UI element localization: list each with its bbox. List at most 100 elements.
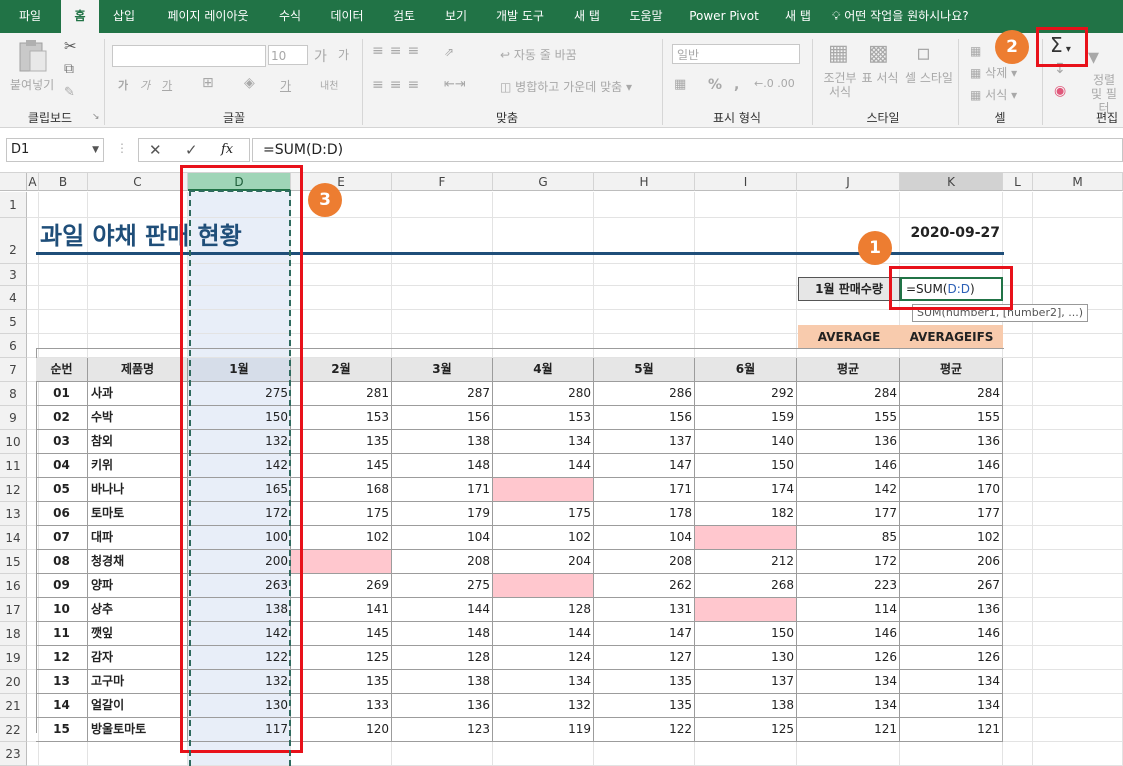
tell-me-box[interactable]: 💡︎ 어떤 작업을 원하시나요?: [832, 0, 1012, 33]
table-header-cell[interactable]: 평균: [797, 358, 900, 382]
value-cell[interactable]: 136: [797, 430, 900, 454]
value-cell[interactable]: 123: [392, 718, 493, 742]
table-header-cell[interactable]: 5월: [594, 358, 695, 382]
product-name-cell[interactable]: 토마토: [88, 502, 188, 526]
value-cell[interactable]: 179: [392, 502, 493, 526]
value-cell[interactable]: 206: [900, 550, 1003, 574]
value-cell[interactable]: 182: [695, 502, 797, 526]
row-header-20[interactable]: 20: [0, 670, 27, 694]
value-cell[interactable]: 146: [900, 454, 1003, 478]
value-cell[interactable]: 124: [493, 646, 594, 670]
value-cell[interactable]: 156: [392, 406, 493, 430]
cut-icon[interactable]: ✂: [64, 37, 77, 55]
value-cell[interactable]: 281: [291, 382, 392, 406]
value-cell[interactable]: 126: [900, 646, 1003, 670]
tab-view[interactable]: 보기: [436, 0, 476, 33]
value-cell[interactable]: 128: [493, 598, 594, 622]
value-cell[interactable]: 146: [797, 622, 900, 646]
value-cell[interactable]: 148: [392, 622, 493, 646]
product-name-cell[interactable]: 고구마: [88, 670, 188, 694]
row-header-16[interactable]: 16: [0, 574, 27, 598]
column-header-g[interactable]: G: [493, 173, 594, 191]
eraser-icon[interactable]: ◉: [1054, 83, 1066, 99]
column-header-e[interactable]: E: [291, 173, 392, 191]
product-name-cell[interactable]: 양파: [88, 574, 188, 598]
row-header-21[interactable]: 21: [0, 694, 27, 718]
value-cell[interactable]: 153: [493, 406, 594, 430]
product-name-cell[interactable]: 상추: [88, 598, 188, 622]
tab-formulas[interactable]: 수식: [268, 0, 312, 33]
tab-help[interactable]: 도움말: [620, 0, 672, 33]
column-header-j[interactable]: J: [797, 173, 900, 191]
value-cell[interactable]: 134: [493, 670, 594, 694]
value-cell[interactable]: 121: [797, 718, 900, 742]
product-name-cell[interactable]: 청경채: [88, 550, 188, 574]
row-number-cell[interactable]: 07: [36, 526, 88, 550]
value-cell[interactable]: 284: [797, 382, 900, 406]
percent-button[interactable]: %: [708, 77, 722, 93]
value-cell[interactable]: 280: [493, 382, 594, 406]
font-size-combo[interactable]: 10: [268, 45, 308, 65]
row-header-8[interactable]: 8: [0, 382, 27, 406]
accounting-icon[interactable]: ▦: [674, 77, 686, 92]
phonetic-button[interactable]: 내천: [320, 77, 338, 92]
grow-font-icon[interactable]: 가: [314, 46, 327, 66]
value-cell[interactable]: [695, 598, 797, 622]
value-cell[interactable]: 130: [695, 646, 797, 670]
indent-icons[interactable]: ⇤⇥: [444, 77, 466, 92]
row-header-15[interactable]: 15: [0, 550, 27, 574]
value-cell[interactable]: 125: [695, 718, 797, 742]
insert-function-button[interactable]: fx: [221, 142, 233, 157]
value-cell[interactable]: 212: [695, 550, 797, 574]
row-header-4[interactable]: 4: [0, 286, 27, 310]
row-header-10[interactable]: 10: [0, 430, 27, 454]
row-header-19[interactable]: 19: [0, 646, 27, 670]
value-cell[interactable]: 131: [594, 598, 695, 622]
value-cell[interactable]: 155: [900, 406, 1003, 430]
value-cell[interactable]: 135: [291, 670, 392, 694]
value-cell[interactable]: 127: [594, 646, 695, 670]
formula-input[interactable]: =SUM(D:D): [252, 138, 1123, 162]
row-number-cell[interactable]: 13: [36, 670, 88, 694]
value-cell[interactable]: 102: [900, 526, 1003, 550]
value-cell[interactable]: 150: [695, 454, 797, 478]
value-cell[interactable]: 147: [594, 454, 695, 478]
value-cell[interactable]: 145: [291, 454, 392, 478]
value-cell[interactable]: 135: [291, 430, 392, 454]
value-cell[interactable]: 177: [797, 502, 900, 526]
bold-button[interactable]: 가: [118, 77, 128, 93]
value-cell[interactable]: 177: [900, 502, 1003, 526]
tab-review[interactable]: 검토: [384, 0, 424, 33]
product-name-cell[interactable]: 바나나: [88, 478, 188, 502]
format-cells-button[interactable]: ▦ 서식 ▾: [970, 86, 1017, 103]
underline-button[interactable]: 가: [162, 77, 172, 93]
value-cell[interactable]: [291, 550, 392, 574]
row-header-11[interactable]: 11: [0, 454, 27, 478]
row-header-2[interactable]: 2: [0, 218, 27, 264]
value-cell[interactable]: 144: [392, 598, 493, 622]
value-cell[interactable]: 137: [594, 430, 695, 454]
table-header-cell[interactable]: 6월: [695, 358, 797, 382]
tab-new-1[interactable]: 새 탭: [564, 0, 610, 33]
table-header-cell[interactable]: 제품명: [88, 358, 188, 382]
value-cell[interactable]: 134: [900, 694, 1003, 718]
row-number-cell[interactable]: 02: [36, 406, 88, 430]
product-name-cell[interactable]: 깻잎: [88, 622, 188, 646]
row-header-12[interactable]: 12: [0, 478, 27, 502]
value-cell[interactable]: 121: [900, 718, 1003, 742]
value-cell[interactable]: 134: [797, 694, 900, 718]
product-name-cell[interactable]: 얼갈이: [88, 694, 188, 718]
row-header-9[interactable]: 9: [0, 406, 27, 430]
value-cell[interactable]: 85: [797, 526, 900, 550]
row-number-cell[interactable]: 05: [36, 478, 88, 502]
value-cell[interactable]: 268: [695, 574, 797, 598]
vertical-align-icons[interactable]: ≡≡≡: [372, 43, 425, 59]
value-cell[interactable]: 208: [594, 550, 695, 574]
value-cell[interactable]: 132: [493, 694, 594, 718]
row-number-cell[interactable]: 04: [36, 454, 88, 478]
value-cell[interactable]: 171: [594, 478, 695, 502]
value-cell[interactable]: 146: [797, 454, 900, 478]
value-cell[interactable]: 141: [291, 598, 392, 622]
value-cell[interactable]: 134: [797, 670, 900, 694]
value-cell[interactable]: 148: [392, 454, 493, 478]
